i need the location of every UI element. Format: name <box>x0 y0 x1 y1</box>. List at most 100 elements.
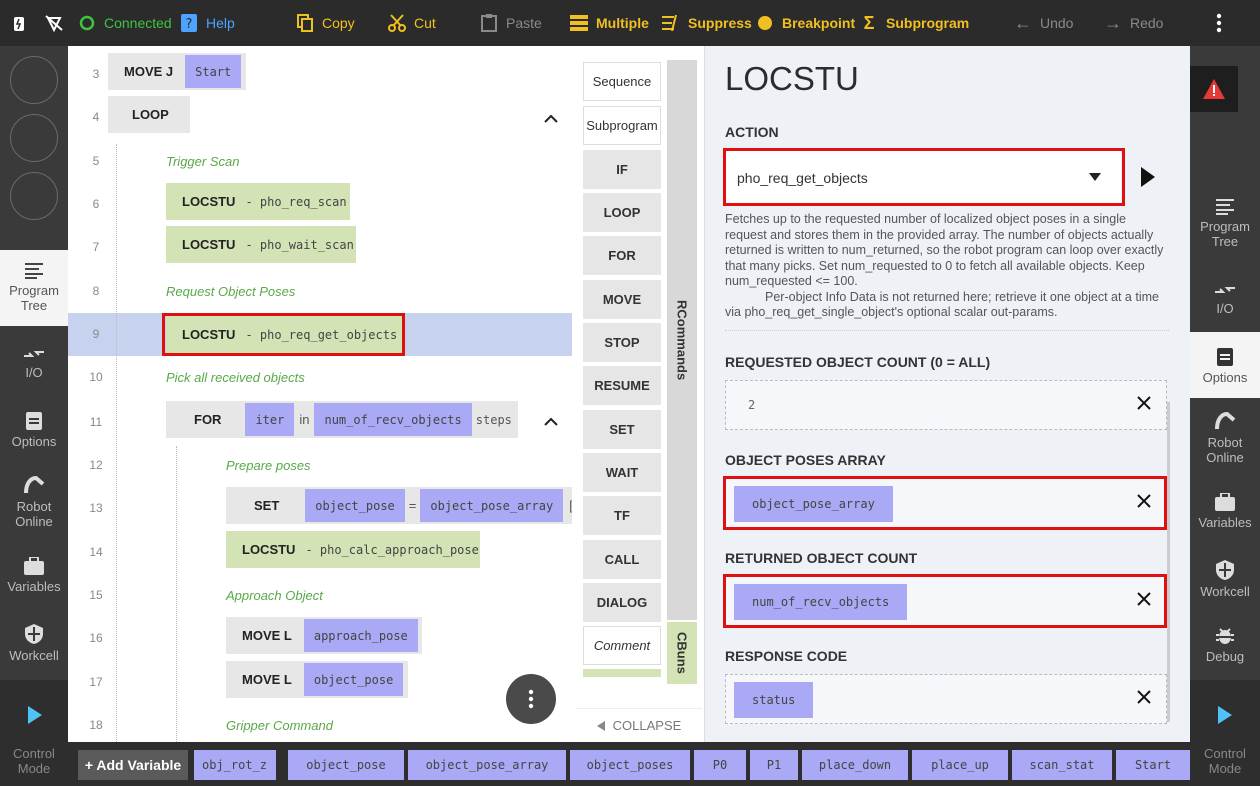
rail-item-variables[interactable]: Variables <box>1190 478 1260 544</box>
rail-item-workcell[interactable]: Workcell <box>0 610 68 676</box>
more-menu-icon[interactable] <box>1216 0 1222 46</box>
chevron-up-icon[interactable] <box>544 415 558 429</box>
variable-chip[interactable]: num_of_recv_objects <box>314 403 472 436</box>
variable-chip[interactable]: P1 <box>750 750 798 780</box>
variable-chip[interactable]: place_down <box>802 750 908 780</box>
slot-circle-3[interactable] <box>10 172 58 220</box>
command-move[interactable]: MOVE <box>583 280 661 319</box>
locstu-block[interactable]: LOCSTU - pho_wait_scan <box>166 226 356 263</box>
tree-row[interactable]: 7 LOCSTU - pho_wait_scan <box>68 226 572 269</box>
variable-chip[interactable]: object_pose_array <box>420 489 564 522</box>
locstu-block[interactable]: LOCSTU - pho_req_scan <box>166 183 350 220</box>
loop-block[interactable]: LOOP <box>108 96 190 133</box>
rail-item-debug[interactable]: Debug <box>1190 612 1260 678</box>
subprogram-button[interactable]: Σ Subprogram <box>860 0 970 46</box>
move-l-block[interactable]: MOVE L approach_pose <box>226 617 422 654</box>
tree-row[interactable]: 4 LOOP <box>68 96 572 139</box>
control-mode-button-left[interactable]: Control Mode <box>0 680 68 786</box>
command-wait[interactable]: WAIT <box>583 453 661 492</box>
play-icon[interactable] <box>1141 167 1155 187</box>
tree-row[interactable]: 17 MOVE L object_pose <box>68 661 572 704</box>
move-l-block[interactable]: MOVE L object_pose <box>226 661 408 698</box>
variable-chip[interactable]: object_pose <box>305 489 405 522</box>
rail-item-options[interactable]: Options <box>1190 332 1260 398</box>
redo-button[interactable]: → Redo <box>1104 0 1163 46</box>
clear-icon[interactable] <box>1136 395 1152 411</box>
tree-row[interactable]: 5 Trigger Scan <box>68 140 572 183</box>
rail-item-io[interactable]: I/O <box>0 330 68 396</box>
rail-item-io[interactable]: I/O <box>1190 266 1260 332</box>
power-icon[interactable] <box>12 0 26 46</box>
variable-chip[interactable]: approach_pose <box>303 619 418 652</box>
variable-chip[interactable]: status <box>734 682 814 718</box>
tree-row[interactable]: 3 MOVE J Start <box>68 53 572 96</box>
slot-circle-2[interactable] <box>10 114 58 162</box>
rail-item-variables[interactable]: Variables <box>0 542 68 608</box>
command-call[interactable]: CALL <box>583 540 661 579</box>
rail-item-options[interactable]: Options <box>0 396 68 462</box>
tree-row[interactable]: 14 LOCSTU - pho_calc_approach_pose <box>68 531 572 574</box>
variable-chip[interactable]: obj_rot_z <box>194 750 276 780</box>
tree-row[interactable]: 13 SET object_pose = object_pose_array [ <box>68 487 572 530</box>
variable-chip[interactable]: iter <box>245 403 295 436</box>
tree-row[interactable]: 18 Gripper Command <box>68 704 572 742</box>
variable-chip[interactable]: object_pose_array <box>408 750 566 780</box>
command-for[interactable]: FOR <box>583 236 661 275</box>
locstu-block[interactable]: LOCSTU - pho_calc_approach_pose <box>226 531 480 568</box>
multiple-button[interactable]: Multiple <box>570 0 649 46</box>
tree-row[interactable]: 10 Pick all received objects <box>68 356 572 399</box>
move-j-block[interactable]: MOVE J Start <box>108 53 246 90</box>
command-loop[interactable]: LOOP <box>583 193 661 232</box>
cut-button[interactable]: Cut <box>388 0 436 46</box>
command-if[interactable]: IF <box>583 150 661 189</box>
variable-chip[interactable]: place_up <box>912 750 1008 780</box>
help-button[interactable]: ? Help <box>180 0 235 46</box>
rail-item-robot-online[interactable]: Robot Online <box>1190 402 1260 474</box>
tree-row[interactable]: 11 FOR iter in num_of_recv_objects steps <box>68 401 572 444</box>
command-comment[interactable]: Comment <box>583 626 661 665</box>
set-block[interactable]: SET object_pose = object_pose_array [ <box>226 487 572 524</box>
clear-icon[interactable] <box>1136 689 1152 705</box>
tree-row[interactable]: 16 MOVE L approach_pose <box>68 617 572 660</box>
requested-count-field[interactable]: 2 <box>725 380 1167 430</box>
tab-cbuns[interactable]: CBuns <box>667 622 697 684</box>
tree-row[interactable]: 8 Request Object Poses <box>68 270 572 313</box>
variable-chip[interactable]: object_pose <box>288 750 404 780</box>
variable-chip[interactable]: scan_stat <box>1012 750 1112 780</box>
tree-row[interactable]: 12 Prepare poses <box>68 444 572 487</box>
rail-item-program-tree[interactable]: Program Tree <box>1190 186 1260 262</box>
response-code-field[interactable]: status <box>725 674 1167 724</box>
more-actions-fab[interactable] <box>506 674 556 724</box>
copy-button[interactable]: Copy <box>296 0 355 46</box>
add-variable-button[interactable]: + Add Variable <box>78 750 188 780</box>
command-subprogram[interactable]: Subprogram <box>583 106 661 145</box>
suppress-button[interactable]: Suppress <box>662 0 752 46</box>
command-stop[interactable]: STOP <box>583 323 661 362</box>
scrollbar[interactable] <box>1167 402 1170 722</box>
command-tf[interactable]: TF <box>583 496 661 535</box>
command-set[interactable]: SET <box>583 410 661 449</box>
breakpoint-button[interactable]: Breakpoint <box>756 0 855 46</box>
rail-item-workcell[interactable]: Workcell <box>1190 546 1260 612</box>
control-mode-button-right[interactable]: Control Mode <box>1190 680 1260 786</box>
network-icon[interactable] <box>44 0 64 46</box>
tab-rcommands[interactable]: RCommands <box>667 60 697 620</box>
variable-chip[interactable]: Start <box>1116 750 1190 780</box>
variable-chip[interactable]: P0 <box>694 750 746 780</box>
chevron-up-icon[interactable] <box>544 112 558 126</box>
paste-button[interactable]: Paste <box>480 0 542 46</box>
slot-circle-1[interactable] <box>10 56 58 104</box>
undo-button[interactable]: ← Undo <box>1014 0 1073 46</box>
variable-chip[interactable]: object_poses <box>570 750 690 780</box>
rail-item-program-tree[interactable]: Program Tree <box>0 250 68 326</box>
collapse-button[interactable]: COLLAPSE <box>576 708 702 742</box>
alert-button[interactable] <box>1190 66 1238 112</box>
variable-chip[interactable]: object_pose <box>303 663 404 696</box>
rail-item-robot-online[interactable]: Robot Online <box>0 466 68 538</box>
tree-row-selected[interactable]: 9 LOCSTU - pho_req_get_objects <box>68 313 572 356</box>
variable-chip[interactable]: Start <box>185 55 242 88</box>
tree-row[interactable]: 15 Approach Object <box>68 574 572 617</box>
command-resume[interactable]: RESUME <box>583 366 661 405</box>
command-sequence[interactable]: Sequence <box>583 62 661 101</box>
tree-row[interactable]: 6 LOCSTU - pho_req_scan <box>68 183 572 226</box>
